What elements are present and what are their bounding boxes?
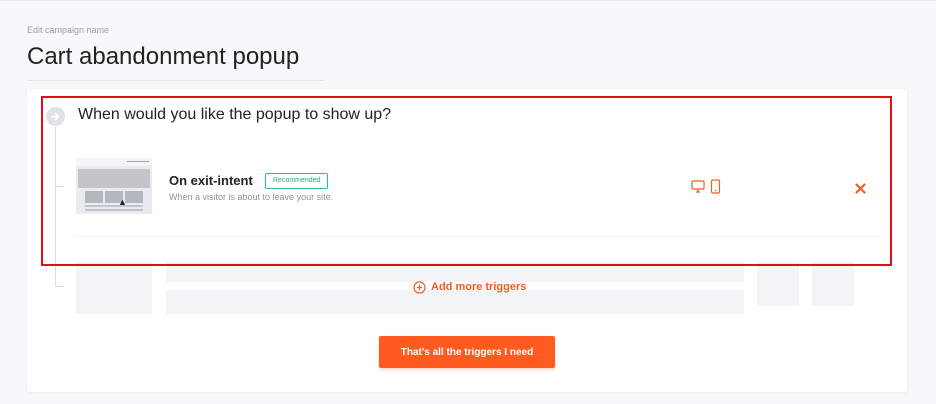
- campaign-name-input[interactable]: Cart abandonment popup: [27, 42, 325, 81]
- add-more-triggers-label: Add more triggers: [431, 281, 527, 293]
- recommended-badge: Recommended: [265, 173, 329, 189]
- exit-intent-thumbnail: [76, 158, 152, 214]
- step-branch: [55, 186, 64, 187]
- step-connector: [55, 127, 56, 287]
- cursor-icon: ▲: [118, 197, 127, 207]
- plus-circle-icon: [413, 280, 426, 294]
- close-icon[interactable]: [855, 181, 866, 199]
- desktop-icon[interactable]: [691, 180, 705, 198]
- mobile-icon[interactable]: [710, 179, 721, 199]
- confirm-triggers-button[interactable]: That's all the triggers I need: [379, 336, 555, 368]
- trigger-question: When would you like the popup to show up…: [78, 106, 392, 123]
- campaign-name-label: Edit campaign name: [27, 25, 110, 35]
- step-arrow-icon: [46, 107, 65, 126]
- step-branch: [55, 286, 64, 287]
- placeholder-block: [76, 262, 152, 314]
- top-divider: [0, 0, 936, 1]
- trigger-description: When a visitor is about to leave your si…: [169, 192, 334, 202]
- placeholder-block: [757, 262, 799, 306]
- row-divider: [76, 236, 882, 237]
- add-more-triggers-button[interactable]: Add more triggers: [413, 279, 526, 295]
- campaign-name-section: Edit campaign name Cart abandonment popu…: [27, 24, 327, 81]
- trigger-title: On exit-intent: [169, 173, 253, 188]
- placeholder-block: [812, 262, 854, 306]
